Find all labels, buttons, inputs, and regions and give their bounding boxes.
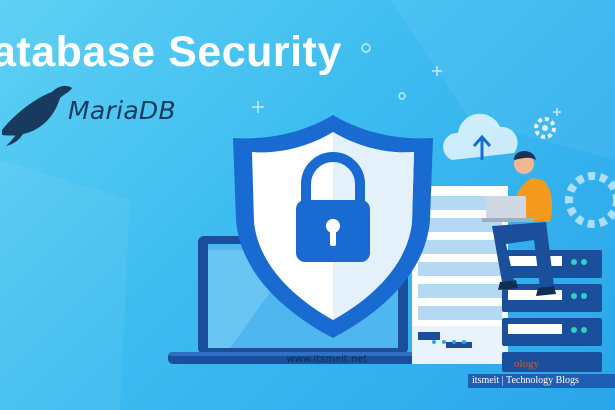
page-title: atabase Security [0,28,342,76]
watermark-ghost-text: ology [514,358,540,370]
seal-logo-icon [2,85,72,146]
banner-image: atabase Security MariaDB www.itsmeit.net… [0,0,615,410]
watermark: itsmeit | Technology Blogs [468,374,615,388]
url-label: www.itsmeit.net [286,354,368,365]
mariadb-logo-text: MariaDB [68,96,176,125]
